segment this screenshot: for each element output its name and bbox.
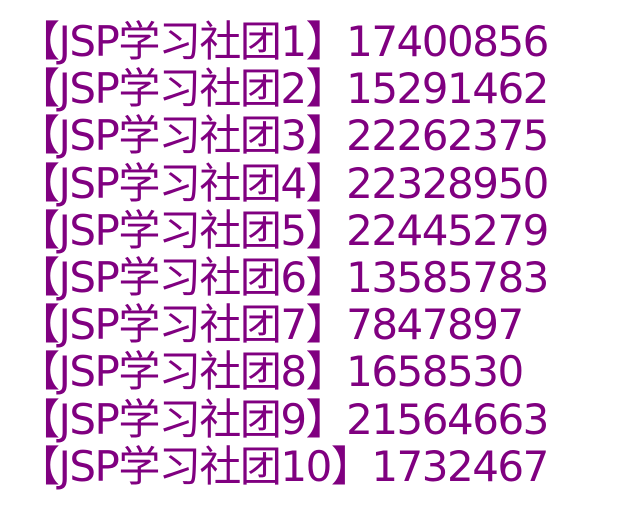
list-item: 【JSP学习社团2】15291462 — [18, 64, 549, 114]
group-name: 【JSP学习社团3】 — [18, 111, 348, 161]
group-number: 1732467 — [371, 441, 549, 491]
group-number: 1658530 — [346, 347, 524, 397]
group-number: 17400856 — [346, 17, 549, 66]
group-name: 【JSP学习社团7】 — [18, 300, 348, 350]
list-item: 【JSP学习社团8】1658530 — [18, 348, 548, 395]
group-number: 15291462 — [346, 64, 549, 114]
group-number: 7847897 — [346, 300, 524, 350]
group-number: 22262375 — [346, 111, 549, 161]
group-name: 【JSP学习社团4】 — [18, 158, 348, 208]
list-item: 【JSP学习社团4】22328950 — [18, 158, 549, 208]
list-item: 【JSP学习社团9】21564663 — [18, 394, 549, 444]
group-number: 22328950 — [346, 158, 549, 208]
list-item: 【JSP学习社团3】22262375 — [18, 111, 549, 161]
group-name: 【JSP学习社团8】 — [18, 347, 348, 397]
group-number: 22445279 — [346, 205, 549, 255]
group-name: 【JSP学习社团9】 — [18, 394, 348, 444]
list-item: 【JSP学习社团5】22445279 — [18, 205, 549, 255]
group-name: 【JSP学习社团10】 — [18, 441, 373, 491]
list-item: 【JSP学习社团7】7847897 — [18, 301, 548, 348]
group-name: 【JSP学习社团6】 — [18, 252, 348, 302]
list-item: 【JSP学习社团6】13585783 — [18, 252, 549, 302]
group-list: 【JSP学习社团1】17400856 【JSP学习社团2】15291462 【J… — [18, 17, 549, 491]
group-number: 13585783 — [346, 252, 549, 302]
list-item: 【JSP学习社团1】17400856 — [18, 17, 549, 66]
group-name: 【JSP学习社团2】 — [18, 64, 348, 114]
group-number: 21564663 — [346, 394, 549, 444]
list-item: 【JSP学习社团10】1732467 — [18, 441, 549, 491]
group-name: 【JSP学习社团1】 — [18, 17, 348, 66]
group-name: 【JSP学习社团5】 — [18, 205, 348, 255]
